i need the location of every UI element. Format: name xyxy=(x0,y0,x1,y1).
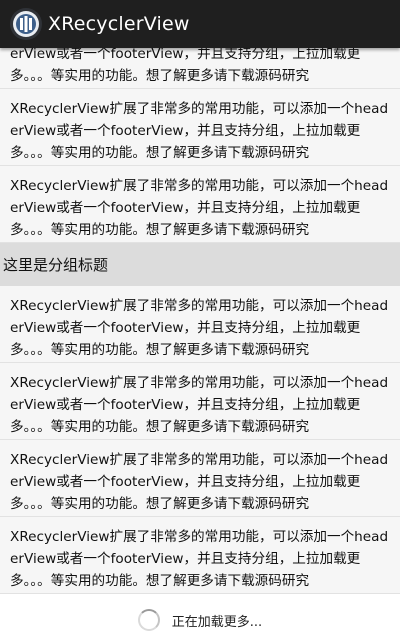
list-item-text: XRecyclerView扩展了非常多的常用功能，可以添加一个headerVie… xyxy=(10,178,389,238)
group-title: 这里是分组标题 xyxy=(3,256,109,274)
list-item-text: XRecyclerView扩展了非常多的常用功能，可以添加一个headerVie… xyxy=(10,48,361,84)
app-bar: XRecyclerView xyxy=(0,0,400,48)
list-item[interactable]: XRecyclerView扩展了非常多的常用功能，可以添加一个headerVie… xyxy=(0,363,400,440)
list-item[interactable]: XRecyclerView扩展了非常多的常用功能，可以添加一个headerVie… xyxy=(0,166,400,243)
group-header: 这里是分组标题 xyxy=(0,243,400,286)
app-title: XRecyclerView xyxy=(48,13,190,35)
list-item[interactable]: XRecyclerView扩展了非常多的常用功能，可以添加一个headerVie… xyxy=(0,517,400,594)
list-item[interactable]: XRecyclerView扩展了非常多的常用功能，可以添加一个headerVie… xyxy=(0,440,400,517)
list-item[interactable]: XRecyclerView扩展了非常多的常用功能，可以添加一个headerVie… xyxy=(0,286,400,363)
list-item-text: XRecyclerView扩展了非常多的常用功能，可以添加一个headerVie… xyxy=(10,375,389,435)
app-logo-icon xyxy=(10,8,42,40)
loading-text: 正在加载更多... xyxy=(171,614,263,630)
list-item-text: XRecyclerView扩展了非常多的常用功能，可以添加一个headerVie… xyxy=(10,529,389,589)
list-item-text: XRecyclerView扩展了非常多的常用功能，可以添加一个headerVie… xyxy=(10,298,389,358)
list-item[interactable]: XRecyclerView扩展了非常多的常用功能，可以添加一个headerVie… xyxy=(0,48,400,89)
list-content: XRecyclerView扩展了非常多的常用功能，可以添加一个headerVie… xyxy=(0,48,400,642)
list-item-text: XRecyclerView扩展了非常多的常用功能，可以添加一个headerVie… xyxy=(10,452,389,512)
list-item-text: XRecyclerView扩展了非常多的常用功能，可以添加一个headerVie… xyxy=(10,101,389,161)
recycler-list[interactable]: XRecyclerView扩展了非常多的常用功能，可以添加一个headerVie… xyxy=(0,48,400,642)
loading-spinner-icon xyxy=(137,609,160,631)
list-item[interactable]: XRecyclerView扩展了非常多的常用功能，可以添加一个headerVie… xyxy=(0,89,400,166)
load-more-footer: 正在加载更多... xyxy=(0,594,400,642)
